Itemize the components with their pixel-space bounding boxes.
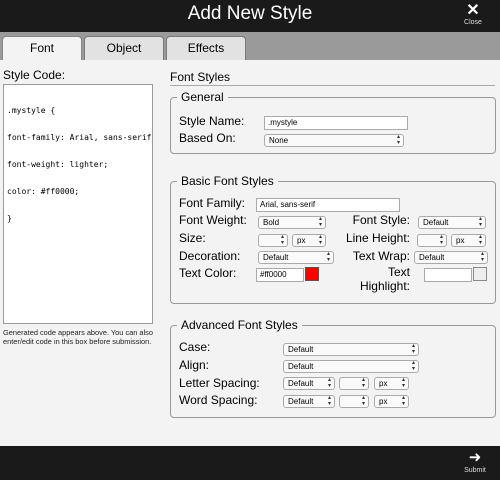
up-down-arrow-icon: ▴ ▾: [327, 377, 331, 389]
decoration-select[interactable]: Default ▴ ▾: [258, 251, 334, 264]
letter-spacing-unit: px: [379, 379, 388, 388]
up-down-arrow-icon: ▴ ▾: [478, 216, 482, 228]
up-down-arrow-icon: ▴ ▾: [401, 395, 405, 407]
align-select[interactable]: Default ▴ ▾: [283, 360, 419, 373]
code-line: color: #ff0000;: [7, 187, 80, 196]
line-height-unit-value: px: [456, 236, 465, 245]
text-wrap-select[interactable]: Default ▴ ▾: [414, 251, 488, 264]
word-spacing-value: Default: [288, 397, 314, 406]
case-select[interactable]: Default ▴ ▾: [283, 343, 419, 356]
font-weight-value: Bold: [263, 218, 280, 227]
style-name-input[interactable]: .mystyle: [264, 116, 408, 130]
text-color-swatch[interactable]: [305, 267, 319, 281]
stepper-arrows-icon: ▴ ▾: [361, 395, 365, 407]
tab-bar: Font Object Effects: [0, 32, 500, 61]
tab-object[interactable]: Object: [84, 36, 164, 60]
letter-spacing-unit-select[interactable]: px ▴ ▾: [374, 377, 409, 390]
heading-divider: [170, 85, 495, 86]
based-on-select[interactable]: None ▴ ▾: [264, 134, 404, 147]
word-spacing-unit: px: [379, 397, 388, 406]
word-spacing-label: Word Spacing:: [179, 393, 258, 407]
text-highlight-label-line-2: Highlight:: [359, 279, 410, 293]
code-line: font-weight: lighter;: [7, 160, 109, 169]
text-color-input[interactable]: #ff0000: [256, 268, 304, 282]
submit-label: Submit: [464, 467, 486, 474]
size-stepper[interactable]: ▴ ▾: [258, 234, 288, 247]
text-color-label: Text Color:: [179, 266, 237, 280]
letter-spacing-select[interactable]: Default ▴ ▾: [283, 377, 335, 390]
dialog-title: Add New Style: [187, 3, 313, 24]
word-spacing-stepper[interactable]: ▴ ▾: [339, 395, 369, 408]
font-tab-panel: Style Code: .mystyle { font-family: Aria…: [0, 60, 500, 446]
up-down-arrow-icon: ▴ ▾: [411, 360, 415, 372]
stepper-arrows-icon: ▴ ▾: [280, 234, 284, 246]
code-line: font-family: Arial, sans-serif;: [7, 133, 153, 142]
align-value: Default: [288, 362, 314, 371]
decoration-value: Default: [263, 253, 289, 262]
general-legend: General: [181, 90, 224, 104]
bottom-bar: ➜ Submit: [0, 446, 500, 480]
font-styles-heading: Font Styles: [170, 70, 231, 84]
word-spacing-unit-select[interactable]: px ▴ ▾: [374, 395, 409, 408]
up-down-arrow-icon: ▴ ▾: [401, 377, 405, 389]
align-label: Align:: [179, 358, 210, 372]
style-code-textarea[interactable]: .mystyle { font-family: Arial, sans-seri…: [3, 84, 153, 324]
up-down-arrow-icon: ▴ ▾: [318, 234, 322, 246]
code-help-text: Generated code appears above. You can al…: [3, 328, 153, 346]
based-on-value: None: [269, 136, 289, 145]
font-family-label: Font Family:: [179, 196, 246, 210]
up-down-arrow-icon: ▴ ▾: [396, 134, 400, 146]
close-label: Close: [464, 19, 482, 26]
text-highlight-label-line-1: Text: [387, 265, 410, 279]
text-highlight-input[interactable]: [424, 268, 472, 282]
tab-effects[interactable]: Effects: [166, 36, 246, 60]
line-height-unit-select[interactable]: px ▴ ▾: [451, 234, 486, 247]
up-down-arrow-icon: ▴ ▾: [411, 343, 415, 355]
letter-spacing-label: Letter Spacing:: [179, 376, 260, 390]
case-label: Case:: [179, 340, 211, 354]
up-down-arrow-icon: ▴ ▾: [327, 395, 331, 407]
font-family-input[interactable]: Arial, sans-serif: [256, 198, 400, 212]
font-style-value: Default: [423, 218, 449, 227]
text-wrap-label: Text Wrap:: [352, 249, 410, 263]
letter-spacing-stepper[interactable]: ▴ ▾: [339, 377, 369, 390]
code-line: .mystyle {: [7, 106, 56, 115]
code-line: }: [7, 214, 12, 223]
word-spacing-select[interactable]: Default ▴ ▾: [283, 395, 335, 408]
based-on-label: Based On:: [179, 131, 236, 145]
case-value: Default: [288, 345, 314, 354]
font-style-label: Font Style:: [352, 213, 410, 227]
up-down-arrow-icon: ▴ ▾: [326, 251, 330, 263]
letter-spacing-value: Default: [288, 379, 314, 388]
text-highlight-swatch[interactable]: [473, 267, 487, 281]
line-height-stepper[interactable]: ▴ ▾: [417, 234, 447, 247]
up-down-arrow-icon: ▴ ▾: [480, 251, 484, 263]
size-unit-select[interactable]: px ▴ ▾: [292, 234, 326, 247]
size-label: Size:: [179, 231, 206, 245]
up-down-arrow-icon: ▴ ▾: [478, 234, 482, 246]
close-icon: ✕: [466, 2, 480, 19]
font-weight-select[interactable]: Bold ▴ ▾: [258, 216, 326, 229]
font-weight-label: Font Weight:: [179, 213, 247, 227]
submit-button[interactable]: ➜ Submit: [462, 450, 488, 475]
size-unit-value: px: [297, 236, 306, 245]
text-highlight-label: Text Highlight:: [350, 265, 410, 293]
up-down-arrow-icon: ▴ ▾: [318, 216, 322, 228]
sign-in-arrow-icon: ➜: [468, 449, 482, 466]
tab-font[interactable]: Font: [2, 36, 82, 61]
stepper-arrows-icon: ▴ ▾: [439, 234, 443, 246]
text-wrap-value: Default: [419, 253, 445, 262]
decoration-label: Decoration:: [179, 249, 241, 263]
close-button[interactable]: ✕ Close: [460, 3, 486, 29]
line-height-label: Line Height:: [345, 231, 410, 245]
advanced-legend: Advanced Font Styles: [181, 318, 298, 332]
font-style-select[interactable]: Default ▴ ▾: [418, 216, 486, 229]
style-name-label: Style Name:: [179, 114, 245, 128]
style-code-label: Style Code:: [3, 68, 66, 82]
title-bar: Add New Style ✕ Close: [0, 0, 500, 32]
stepper-arrows-icon: ▴ ▾: [361, 377, 365, 389]
basic-legend: Basic Font Styles: [181, 174, 274, 188]
